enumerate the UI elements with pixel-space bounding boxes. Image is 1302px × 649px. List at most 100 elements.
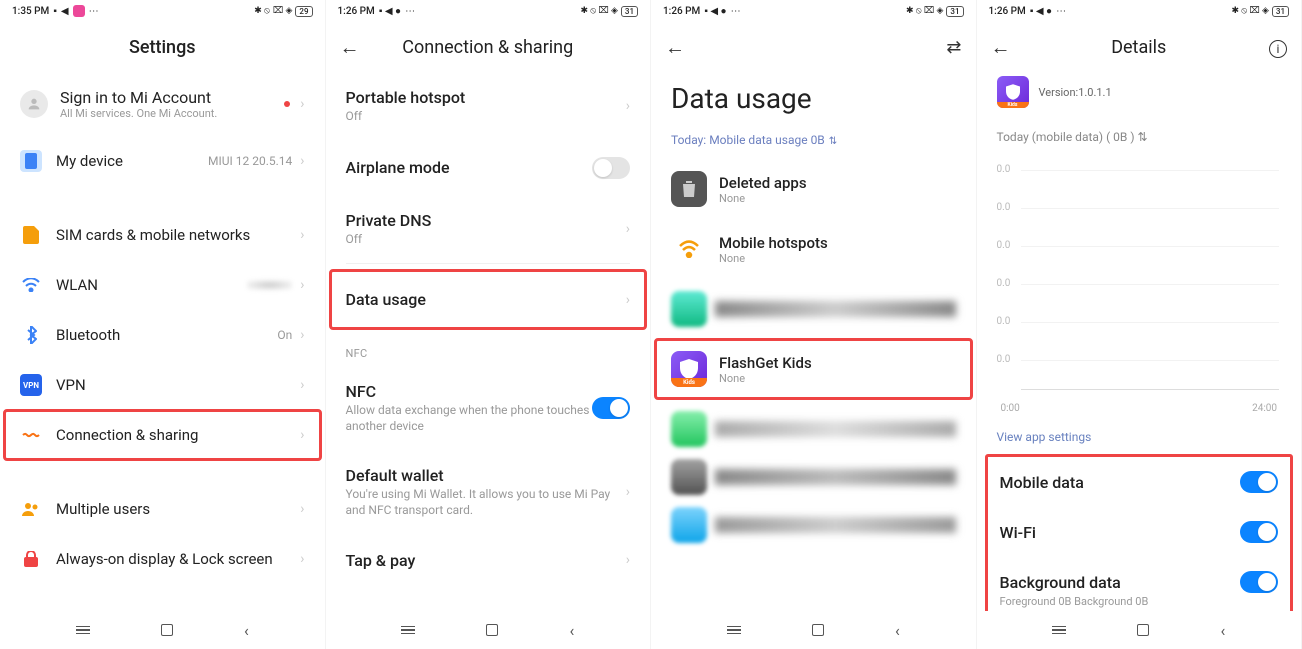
signal-icon: ⌧ ◈ bbox=[273, 6, 293, 16]
airplane-toggle[interactable] bbox=[592, 157, 630, 179]
chevron-right-icon: › bbox=[300, 153, 304, 169]
chevron-right-icon: › bbox=[626, 484, 630, 500]
chevron-right-icon: › bbox=[300, 227, 304, 243]
wifi-row[interactable]: Wi-Fi bbox=[994, 507, 1285, 557]
phone-details: 1:26 PM ▪ ◀ ● ⋯ ✱ ⦸ ⌧ ◈ 31 ← Details i K… bbox=[977, 0, 1302, 649]
aod-item[interactable]: Always-on display & Lock screen › bbox=[14, 534, 311, 584]
status-bar: 1:26 PM ▪ ◀ ● ⋯ ✱ ⦸ ⌧ ◈ 31 bbox=[651, 0, 976, 22]
battery-icon: 31 bbox=[1272, 6, 1289, 17]
nav-home-icon[interactable] bbox=[161, 624, 173, 636]
back-button[interactable]: ← bbox=[340, 35, 364, 60]
bluetooth-icon bbox=[20, 324, 42, 346]
usage-chart: 0.0 0.0 0.0 0.0 0.0 0.0 0:00 24:00 bbox=[991, 164, 1288, 414]
airplane-mode-item[interactable]: Airplane mode bbox=[340, 141, 637, 195]
nav-back-icon[interactable]: ‹ bbox=[570, 621, 575, 640]
back-button[interactable]: ← bbox=[991, 35, 1015, 60]
nav-bar: ‹ bbox=[651, 611, 976, 649]
chevron-right-icon: › bbox=[300, 327, 304, 343]
chevron-right-icon: › bbox=[626, 292, 630, 308]
sign-in-account[interactable]: Sign in to Mi Account All Mi services. O… bbox=[14, 72, 311, 136]
nav-bar: ‹ bbox=[0, 611, 325, 649]
multiple-users-item[interactable]: Multiple users › bbox=[14, 484, 311, 534]
mobile-hotspots-item[interactable]: Mobile hotspots None bbox=[665, 219, 962, 279]
chevron-right-icon: › bbox=[300, 501, 304, 517]
chevron-right-icon: › bbox=[300, 96, 304, 112]
avatar-icon bbox=[20, 90, 48, 118]
flashget-icon: Kids bbox=[671, 351, 707, 387]
portable-hotspot-item[interactable]: Portable hotspot Off › bbox=[340, 72, 637, 141]
phone-settings: 1:35 PM ▪ ◀ ⋯ ✱ ⦸ ⌧ ◈ 29 Settings Sign i… bbox=[0, 0, 326, 649]
status-icon: ▪ bbox=[53, 6, 57, 17]
nfc-toggle[interactable] bbox=[592, 397, 630, 419]
nfc-item[interactable]: NFC Allow data exchange when the phone t… bbox=[340, 366, 637, 450]
caret-icon: ⇅ bbox=[829, 136, 837, 147]
nav-home-icon[interactable] bbox=[1137, 624, 1149, 636]
wifi-toggle[interactable] bbox=[1240, 521, 1278, 543]
switch-icon[interactable]: ⇄ bbox=[946, 37, 961, 58]
period-dropdown[interactable]: Today (mobile data) ( 0B ) ⇅ bbox=[991, 118, 1288, 148]
caret-icon: ⇅ bbox=[1138, 130, 1148, 144]
app-badge-icon bbox=[73, 5, 85, 17]
notification-dot-icon bbox=[284, 101, 290, 107]
battery-icon: 29 bbox=[295, 6, 312, 17]
nav-back-icon[interactable]: ‹ bbox=[1221, 621, 1226, 640]
sim-item[interactable]: SIM cards & mobile networks › bbox=[14, 210, 311, 260]
battery-icon: 31 bbox=[946, 6, 963, 17]
nav-recent-icon[interactable] bbox=[76, 626, 90, 635]
mobile-data-row[interactable]: Mobile data bbox=[994, 457, 1285, 507]
vpn-item[interactable]: VPN VPN › bbox=[14, 360, 311, 410]
private-dns-item[interactable]: Private DNS Off › bbox=[340, 195, 637, 264]
default-wallet-item[interactable]: Default wallet You're using Mi Wallet. I… bbox=[340, 450, 637, 534]
back-button[interactable]: ← bbox=[665, 35, 689, 60]
background-data-toggle[interactable] bbox=[1240, 571, 1278, 593]
my-device-item[interactable]: My device MIUI 12 20.5.14 › bbox=[14, 136, 311, 186]
chevron-right-icon: › bbox=[626, 552, 630, 568]
nav-bar: ‹ bbox=[326, 611, 651, 649]
mobile-data-toggle[interactable] bbox=[1240, 471, 1278, 493]
tap-pay-item[interactable]: Tap & pay › bbox=[340, 535, 637, 586]
send-icon: ◀ bbox=[61, 6, 69, 17]
connection-sharing-item[interactable]: Connection & sharing › bbox=[4, 410, 321, 460]
nav-recent-icon[interactable] bbox=[1052, 626, 1066, 635]
page-title: Settings bbox=[0, 37, 325, 58]
nav-recent-icon[interactable] bbox=[401, 626, 415, 635]
bt-mute-icon: ✱ ⦸ bbox=[254, 6, 270, 16]
view-app-settings-link[interactable]: View app settings bbox=[991, 414, 1288, 454]
chevron-right-icon: › bbox=[300, 377, 304, 393]
nav-recent-icon[interactable] bbox=[727, 626, 741, 635]
wlan-item[interactable]: WLAN › bbox=[14, 260, 311, 310]
bluetooth-item[interactable]: Bluetooth On › bbox=[14, 310, 311, 360]
chevron-right-icon: › bbox=[300, 427, 304, 443]
status-bar: 1:26 PM ▪ ◀ ● ⋯ ✱ ⦸ ⌧ ◈ 31 bbox=[977, 0, 1302, 22]
flashget-kids-item[interactable]: Kids FlashGet Kids None bbox=[655, 339, 972, 399]
nav-back-icon[interactable]: ‹ bbox=[895, 621, 900, 640]
header: ← Details i bbox=[977, 22, 1302, 72]
more-icon: ⋯ bbox=[1056, 6, 1066, 17]
toggle-group-highlight: Mobile data Wi-Fi Background data Foregr… bbox=[985, 454, 1294, 611]
trash-icon bbox=[671, 171, 707, 207]
background-data-row[interactable]: Background data bbox=[994, 557, 1285, 595]
filter-dropdown[interactable]: Today: Mobile data usage 0B⇅ bbox=[665, 133, 962, 159]
data-usage-item[interactable]: Data usage › bbox=[330, 270, 647, 329]
vpn-icon: VPN bbox=[20, 374, 42, 396]
status-time: 1:35 PM bbox=[12, 6, 49, 17]
wifi-icon bbox=[671, 231, 707, 267]
info-button[interactable]: i bbox=[1269, 37, 1287, 58]
blurred-app-item bbox=[671, 459, 956, 495]
deleted-apps-item[interactable]: Deleted apps None bbox=[665, 159, 962, 219]
status-time: 1:26 PM bbox=[663, 6, 700, 17]
users-icon bbox=[20, 498, 42, 520]
header: Settings bbox=[0, 22, 325, 72]
nav-back-icon[interactable]: ‹ bbox=[244, 621, 249, 640]
nav-home-icon[interactable] bbox=[812, 624, 824, 636]
nav-home-icon[interactable] bbox=[486, 624, 498, 636]
status-time: 1:26 PM bbox=[338, 6, 375, 17]
share-icon bbox=[20, 424, 42, 446]
more-icon: ⋯ bbox=[405, 6, 415, 17]
page-title: Data usage bbox=[671, 82, 962, 115]
flashget-icon: Kids bbox=[997, 76, 1029, 108]
wifi-icon bbox=[20, 274, 42, 296]
lock-icon bbox=[20, 548, 42, 570]
blurred-app-item bbox=[671, 507, 956, 543]
nfc-section-label: NFC bbox=[340, 329, 637, 366]
